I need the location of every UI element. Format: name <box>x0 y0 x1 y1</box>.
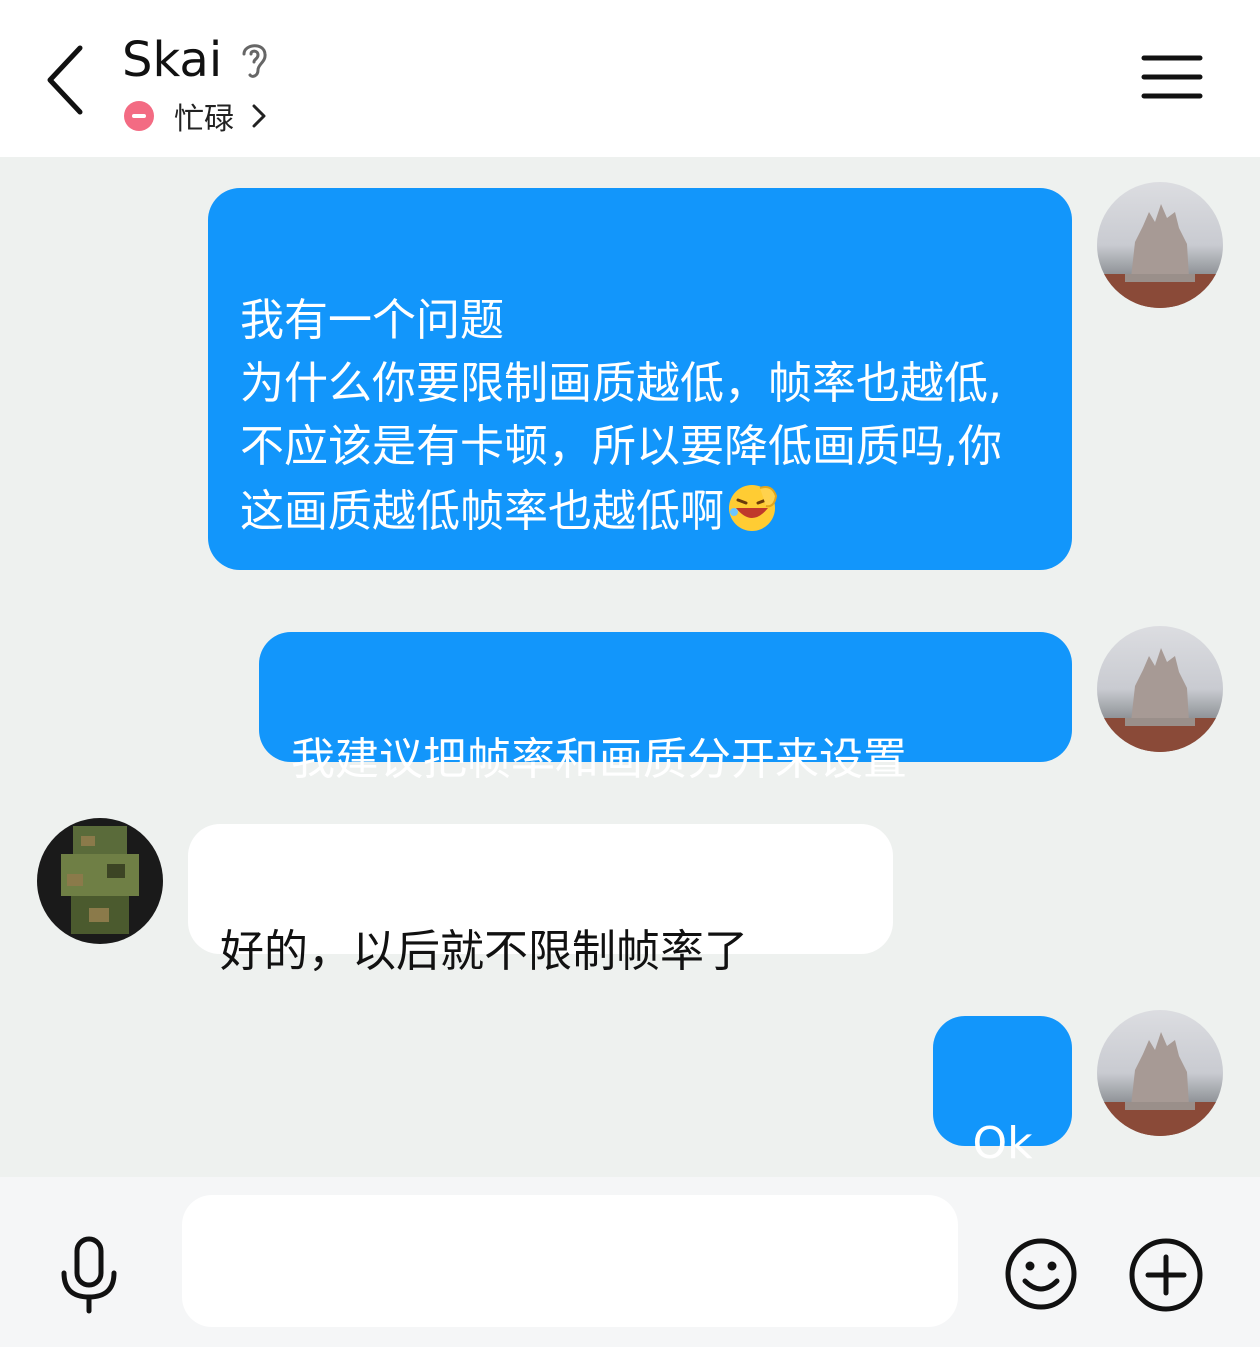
camo-figure-picture <box>61 826 139 934</box>
smiley-icon <box>1005 1238 1077 1310</box>
back-button[interactable] <box>30 40 100 120</box>
emoji-button[interactable] <box>1004 1237 1078 1311</box>
laughing-tears-emoji <box>729 485 778 531</box>
statue-picture <box>1097 648 1223 752</box>
voice-button[interactable] <box>58 1235 120 1315</box>
message-text: 好的，以后就不限制帧率了 <box>220 926 748 977</box>
message-list[interactable]: 我有一个问题 为什么你要限制画质越低，帧率也越低,不应该是有卡顿，所以要降低画质… <box>0 157 1260 1177</box>
ear-icon[interactable] <box>234 38 274 82</box>
chevron-right-icon <box>252 104 266 128</box>
message-bubble-incoming[interactable]: 好的，以后就不限制帧率了 <box>188 824 893 977</box>
busy-status-icon <box>124 101 154 131</box>
self-avatar[interactable] <box>1097 626 1223 752</box>
menu-icon <box>1141 55 1203 99</box>
input-bar <box>0 1177 1260 1347</box>
message-bubble-outgoing[interactable]: 我有一个问题 为什么你要限制画质越低，帧率也越低,不应该是有卡顿，所以要降低画质… <box>208 188 1072 570</box>
message-text: 我建议把帧率和画质分开来设置 <box>291 734 907 785</box>
message-bubble-outgoing[interactable]: Ok <box>933 1016 1072 1169</box>
contact-avatar[interactable] <box>37 818 163 944</box>
menu-button[interactable] <box>1140 52 1204 102</box>
self-avatar[interactable] <box>1097 182 1223 308</box>
back-arrow-icon <box>47 45 83 115</box>
more-button[interactable] <box>1128 1237 1204 1313</box>
message-input[interactable] <box>182 1195 958 1327</box>
message-bubble-outgoing[interactable]: 我建议把帧率和画质分开来设置 <box>259 632 1072 785</box>
microphone-icon <box>61 1236 117 1314</box>
status-selector[interactable]: 忙碌 <box>124 94 270 138</box>
statue-picture <box>1097 1032 1223 1136</box>
contact-name[interactable]: Skai <box>122 28 222 92</box>
statue-picture <box>1097 204 1223 308</box>
self-avatar[interactable] <box>1097 1010 1223 1136</box>
message-text: Ok <box>972 1118 1033 1169</box>
status-label: 忙碌 <box>174 102 234 137</box>
plus-circle-icon <box>1129 1238 1203 1312</box>
message-text: 我有一个问题 为什么你要限制画质越低，帧率也越低,不应该是有卡顿，所以要降低画质… <box>240 295 1002 537</box>
chat-header: Skai 忙碌 <box>0 0 1260 157</box>
